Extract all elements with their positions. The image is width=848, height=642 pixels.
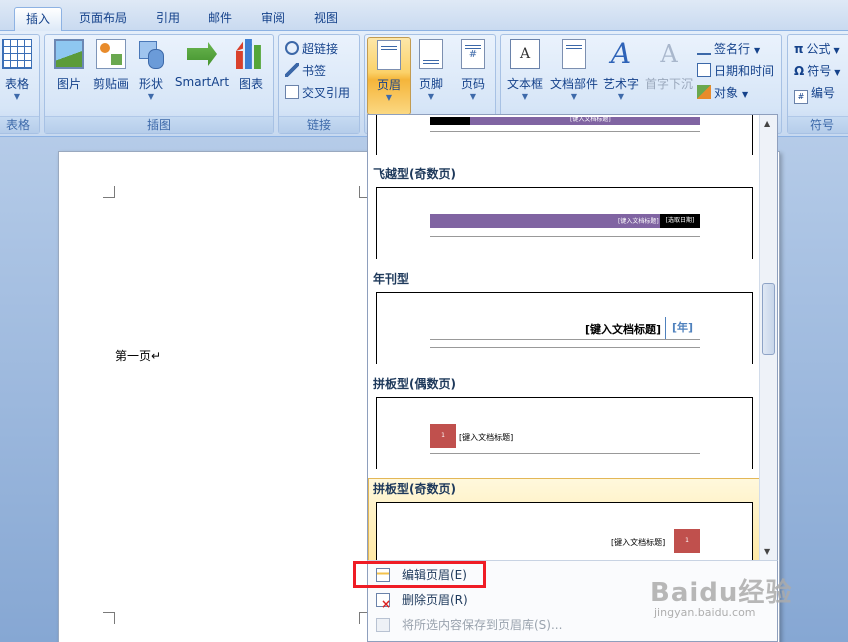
group-links: 超链接 书签 交叉引用 链接 <box>278 34 360 134</box>
group-table: 表格 ▼ 表格 <box>0 34 40 134</box>
gallery-item-preview-top[interactable]: [键入文档标题] <box>376 115 753 155</box>
chevron-down-icon: ▼ <box>742 90 749 99</box>
chevron-down-icon: ▼ <box>469 92 477 101</box>
chevron-down-icon: ▼ <box>13 92 21 101</box>
page-number-icon: # <box>461 39 485 69</box>
clipart-icon <box>96 39 126 69</box>
gallery-title: 拼板型(偶数页) <box>373 377 456 391</box>
signature-icon <box>697 41 711 55</box>
tab-view[interactable]: 视图 <box>304 7 348 31</box>
footer-button[interactable]: 页脚 ▼ <box>409 39 453 102</box>
signature-line-button[interactable]: 签名行 ▼ <box>697 39 760 59</box>
purple-bar: [键入文档标题] [选取日期] <box>430 214 700 228</box>
number-icon: # <box>794 90 808 104</box>
tab-insert[interactable]: 插入 <box>14 7 62 32</box>
calendar-icon <box>697 63 711 77</box>
highlight-box <box>353 561 486 588</box>
crossref-button[interactable]: 交叉引用 <box>285 83 350 103</box>
gallery-title: 拼板型(奇数页) <box>373 482 456 496</box>
chevron-down-icon: ▼ <box>147 92 155 101</box>
textbox-icon: A <box>510 39 540 69</box>
scroll-up-icon[interactable]: ▲ <box>764 119 770 128</box>
gallery-scrollbar[interactable]: ▲ ▼ <box>759 115 777 561</box>
chevron-down-icon: ▼ <box>617 92 625 101</box>
chevron-down-icon: ▼ <box>834 68 841 77</box>
quickparts-icon <box>562 39 586 69</box>
chart-button[interactable]: 图表 <box>229 39 273 92</box>
equation-button[interactable]: π 公式 ▼ <box>794 39 840 59</box>
page-number-button[interactable]: # 页码 ▼ <box>451 39 495 102</box>
ribbon-tab-row: 插入 页面布局 引用 邮件 审阅 视图 <box>0 0 848 32</box>
header-gallery: [键入文档标题] 飞越型(奇数页) [键入文档标题] [选取日期] 年刊型 [键… <box>367 114 778 561</box>
tab-references[interactable]: 引用 <box>146 7 190 31</box>
wordart-button[interactable]: A 艺术字 ▼ <box>599 39 643 102</box>
baidu-watermark: Baidu经验 <box>650 578 793 608</box>
crossref-icon <box>285 85 299 99</box>
bookmark-icon <box>285 63 299 77</box>
omega-icon: Ω <box>794 64 805 78</box>
number-button[interactable]: # 编号 <box>794 83 835 104</box>
gallery-item-feiyue-odd[interactable]: [键入文档标题] [选取日期] <box>376 187 753 259</box>
chart-icon <box>236 39 261 69</box>
textbox-button[interactable]: A 文本框 ▼ <box>503 39 547 102</box>
dropcap-button[interactable]: A 首字下沉 <box>643 39 695 92</box>
chevron-down-icon: ▼ <box>754 46 761 55</box>
pi-icon: π <box>794 42 804 56</box>
table-icon <box>2 39 32 69</box>
gallery-title: 飞越型(奇数页) <box>373 167 456 181</box>
group-symbols: π 公式 ▼ Ω 符号 ▼ # 编号 符号 <box>787 34 848 134</box>
gallery-title: 年刊型 <box>373 272 410 286</box>
group-illustrations: 图片 剪贴画 形状 ▼ SmartArt 图表 插图 <box>44 34 274 134</box>
tab-review[interactable]: 审阅 <box>251 7 295 31</box>
bookmark-button[interactable]: 书签 <box>285 61 326 81</box>
save-gallery-icon <box>376 618 390 632</box>
chevron-down-icon: ▼ <box>385 93 393 102</box>
dropcap-icon: A <box>660 40 678 68</box>
picture-button[interactable]: 图片 <box>47 39 91 92</box>
wordart-icon: A <box>610 37 632 70</box>
smartart-icon <box>187 42 217 66</box>
gallery-item-pinban-odd[interactable]: [键入文档标题] 1 <box>376 502 753 561</box>
clipart-button[interactable]: 剪贴画 <box>89 39 133 92</box>
gallery-item-pinban-even[interactable]: 1 [键入文档标题] <box>376 397 753 469</box>
smartart-button[interactable]: SmartArt <box>173 39 231 89</box>
object-button[interactable]: 对象 ▼ <box>697 83 748 103</box>
picture-icon <box>54 39 84 69</box>
hyperlink-button[interactable]: 超链接 <box>285 39 338 59</box>
scroll-down-icon[interactable]: ▼ <box>764 547 770 556</box>
symbol-button[interactable]: Ω 符号 ▼ <box>794 61 840 81</box>
footer-icon <box>419 39 443 69</box>
shapes-button[interactable]: 形状 ▼ <box>129 39 173 102</box>
document-text[interactable]: 第一页↵ <box>115 347 161 364</box>
quickparts-button[interactable]: 文档部件 ▼ <box>549 39 599 102</box>
object-icon <box>697 85 711 99</box>
margin-corner <box>103 186 115 198</box>
header-icon <box>377 40 401 70</box>
purple-bar: [键入文档标题] <box>430 116 700 125</box>
table-button[interactable]: 表格 ▼ <box>0 39 37 102</box>
globe-link-icon <box>285 41 299 55</box>
tab-page-layout[interactable]: 页面布局 <box>70 7 136 31</box>
chevron-down-icon: ▼ <box>570 92 578 101</box>
datetime-button[interactable]: 日期和时间 <box>697 61 774 81</box>
chevron-down-icon: ▼ <box>833 46 840 55</box>
margin-corner <box>103 612 115 624</box>
chevron-down-icon: ▼ <box>521 92 529 101</box>
tab-mailings[interactable]: 邮件 <box>198 7 242 31</box>
chevron-down-icon: ▼ <box>427 92 435 101</box>
baidu-watermark-url: jingyan.baidu.com <box>654 606 756 619</box>
gallery-item-annual[interactable]: [键入文档标题] [年] <box>376 292 753 364</box>
remove-header-icon: × <box>376 593 391 611</box>
header-button[interactable]: 页眉 ▼ <box>367 37 411 115</box>
scrollbar-thumb[interactable] <box>762 283 775 355</box>
shapes-icon <box>136 39 166 69</box>
